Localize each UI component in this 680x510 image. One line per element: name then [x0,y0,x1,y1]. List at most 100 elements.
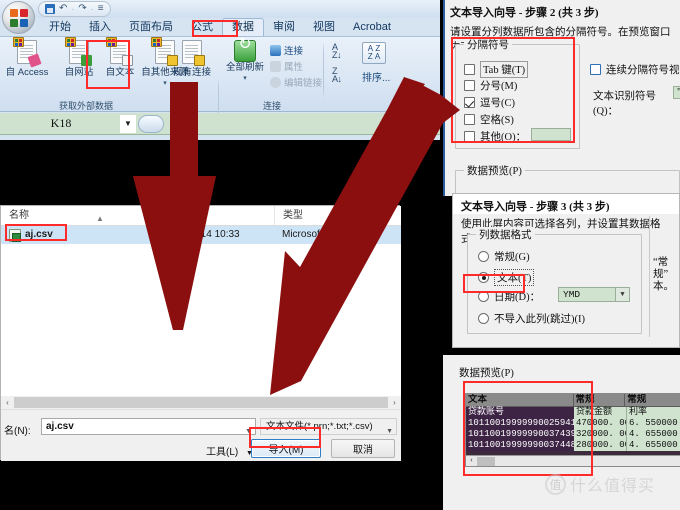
btn-sort-ascending[interactable]: A Z↓ [332,42,342,60]
preview-col-header-1[interactable]: 文本 [466,394,574,406]
radio-text-box[interactable] [478,272,489,283]
ribbon-panel: 自 Access 自网站 自文本 自其他来源 ▾ 获取外部数据 现有连接 ↻ 全… [0,36,440,135]
office-button[interactable] [2,1,35,34]
wizard2-preview-label: 数据预览(P) [464,163,525,178]
filename-dropdown-icon[interactable]: ▼ [245,424,252,439]
btn-edit-links[interactable]: 编辑链接 [270,75,322,89]
column-header-date[interactable]: 期 [176,205,274,226]
btn-sort[interactable]: 排序... [362,69,390,84]
name-box-dropdown-icon[interactable]: ▼ [120,114,136,133]
checkbox-consecutive-delimiters[interactable]: 连续分隔符号视为单 [590,62,680,77]
tools-button-label: 工具(L) [206,447,239,458]
checkbox-semicolon-box[interactable] [464,80,475,91]
tab-review[interactable]: 审阅 [264,19,304,36]
checkbox-tab[interactable]: Tab 键(T) [464,61,529,78]
customize-qat-icon[interactable]: ≡ [98,4,104,14]
column-header-name[interactable]: 名称 ▲ [1,206,176,226]
preview-scroll-thumb[interactable] [477,456,495,466]
filetype-select[interactable]: 文本文件(*.prn;*.txt;*.csv) ▼ [260,418,397,435]
preview-col-header-2[interactable]: 常规 [574,394,626,406]
radio-general-box[interactable] [478,251,489,262]
file-name-cell[interactable]: aj.csv [1,226,176,244]
radio-text[interactable]: 文本(T) [478,269,535,286]
radio-general[interactable]: 常规(G) [478,249,530,264]
column-header-size[interactable] [366,205,401,226]
checkbox-semicolon[interactable]: 分号(M) [464,78,517,93]
tab-acrobat[interactable]: Acrobat [344,19,400,36]
btn-existing-connections[interactable]: 现有连接 [166,40,218,96]
tab-insert[interactable]: 插入 [80,19,120,36]
date-format-dropdown-icon[interactable]: ▼ [615,288,629,301]
checkbox-tab-box[interactable] [464,64,475,75]
radio-date[interactable]: 日期(D)： [478,289,540,304]
checkbox-other-label: 其他(O)： [480,132,527,143]
checkbox-other[interactable]: 其他(O)： [464,129,526,144]
sort-descending-icon: Z A↓ [332,66,342,84]
tools-button[interactable]: 工具(L) ▼ [206,443,253,458]
text-qualifier-label: 文本识别符号(Q)： [593,91,656,117]
preview-column-3[interactable]: 利率 6. 550000 4. 655000 4. 655000 [626,407,680,451]
file-type-cell: Microsoft Office... [282,229,360,240]
btn-from-web-label: 自网站 [64,67,94,78]
tab-page-layout[interactable]: 页面布局 [120,19,182,36]
filename-input[interactable]: aj.csv ▼ [41,418,256,435]
btn-sort-descending[interactable]: Z A↓ [332,66,342,84]
hscroll-right-arrow-icon[interactable]: › [388,398,401,407]
radio-skip-column[interactable]: 不导入此列(跳过)(I) [478,311,585,326]
tab-formulas[interactable]: 公式 [182,19,222,36]
tab-start[interactable]: 开始 [40,19,80,36]
undo-icon[interactable]: ↶ [59,4,67,14]
btn-connections[interactable]: 连接 [270,43,303,57]
group-sort: A Z↓ Z A↓ A ZZ A 排序... 排序 [326,37,440,113]
preview-column-1[interactable]: 贷款账号 10110019999990025941 10110019999990… [466,407,576,451]
filetype-dropdown-icon[interactable]: ▼ [386,424,393,439]
btn-sort-dialog[interactable]: A ZZ A [362,42,386,64]
checkbox-comma[interactable]: 逗号(C) [464,95,515,110]
hscroll-left-arrow-icon[interactable]: ‹ [1,398,14,407]
btn-existing-connections-label: 现有连接 [172,67,211,78]
checkbox-comma-label: 逗号(C) [480,98,515,109]
data-preview-body: 贷款账号 10110019999990025941 10110019999990… [466,407,680,451]
radio-date-box[interactable] [478,291,489,302]
file-list-body[interactable] [1,244,401,396]
text-qualifier-select[interactable]: " [673,86,680,99]
btn-refresh-all[interactable]: 全部刷新 ▾ [222,39,268,96]
radio-skip-box[interactable] [478,313,489,324]
preview-col-header-3[interactable]: 常规 [625,394,680,406]
import-button[interactable]: 导入(M) [251,439,321,458]
checkbox-space[interactable]: 空格(S) [464,112,514,127]
btn-from-text[interactable]: 自文本 [98,37,142,96]
formula-input[interactable] [164,114,440,133]
name-box[interactable]: K18 [2,114,120,133]
data-preview-hscrollbar[interactable]: ‹ [466,455,680,466]
redo-icon[interactable]: ↷ [78,4,86,14]
tab-data[interactable]: 数据 [222,18,264,36]
delimiters-group: 分隔符号 Tab 键(T) 分号(M) 逗号(C) 空格(S) 其他(O)： [455,37,580,149]
other-delimiter-input[interactable] [531,128,571,141]
checkbox-consecutive-box[interactable] [590,64,601,75]
tab-view[interactable]: 视图 [304,19,344,36]
checkbox-space-box[interactable] [464,114,475,125]
refresh-dropdown-icon[interactable]: ▾ [243,73,247,84]
data-preview-table[interactable]: 文本 常规 常规 贷款账号 10110019999990025941 10110… [465,393,680,467]
preview-column-2[interactable]: 贷款金额 470000. 00 320000. 00 280000. 00 [574,407,630,451]
btn-from-access[interactable]: 自 Access [1,37,53,96]
save-icon[interactable] [45,4,55,14]
office-logo-icon [10,9,28,27]
column-header-type[interactable]: 类型 [274,205,366,226]
btn-properties[interactable]: 属性 [270,59,303,73]
file-list-item-row[interactable]: aj.csv 0/3/14 10:33 Microsoft Office... [1,226,401,244]
file-list-hscrollbar[interactable]: ‹ › [1,396,401,409]
checkbox-comma-box[interactable] [464,97,475,108]
preview-scroll-left-arrow-icon[interactable]: ‹ [466,457,477,465]
insert-function-button[interactable] [138,114,164,133]
checkbox-space-label: 空格(S) [480,115,514,126]
preview-cell: 6. 550000 [629,418,678,428]
checkbox-other-box[interactable] [464,131,475,142]
preview-cell: 贷款金额 [576,407,613,417]
cancel-button[interactable]: 取消 [331,439,395,458]
formula-bar-row: K18 ▼ [0,113,440,135]
hscroll-thumb[interactable] [14,397,388,408]
sort-ascending-icon: A Z↓ [332,42,342,60]
date-format-select[interactable]: YMD ▼ [558,287,630,302]
